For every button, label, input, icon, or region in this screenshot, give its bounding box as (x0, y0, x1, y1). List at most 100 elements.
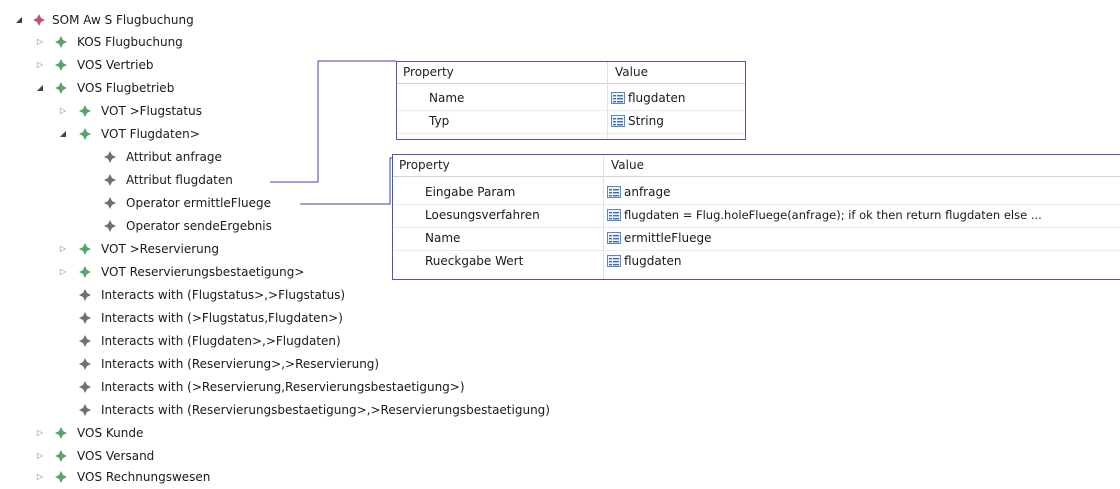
tree-node-label: VOT Reservierungsbestaetigung> (101, 265, 305, 279)
interaction-node-icon (79, 358, 91, 370)
property-row[interactable]: Typ String (397, 110, 745, 134)
property-value: flugdaten = Flug.holeFluege(anfrage); if… (624, 208, 1042, 222)
object-node-icon (79, 266, 91, 278)
tree-node-root[interactable]: ◢ SOM Aw S Flugbuchung (0, 9, 400, 31)
interaction-node-icon (79, 335, 91, 347)
property-table-header: Property Value (397, 62, 745, 84)
tree-node-vos-kunde[interactable]: ▷ VOS Kunde (0, 422, 400, 444)
operator-node-icon (104, 220, 116, 232)
property-table-operator: Property Value Eingabe Param anfrage Loe… (392, 154, 1120, 280)
tree-node-interacts-2[interactable]: Interacts with (>Flugstatus,Flugdaten>) (0, 307, 620, 329)
object-node-icon (79, 105, 91, 117)
property-name: Rueckgabe Wert (425, 254, 524, 268)
tree-node-vot-flugdaten[interactable]: ◢ VOT Flugdaten> (0, 123, 400, 145)
tree-node-operator-ermittlefluege[interactable]: Operator ermittleFluege (0, 192, 300, 214)
expand-arrow-icon[interactable]: ▷ (35, 31, 45, 53)
tree-node-vos-rechnungswesen[interactable]: ▷ VOS Rechnungswesen (0, 466, 400, 488)
expand-arrow-icon[interactable]: ▷ (35, 466, 45, 488)
tree-node-label: VOS Rechnungswesen (77, 470, 211, 484)
expand-arrow-icon[interactable]: ▷ (58, 100, 68, 122)
tree-node-label: Attribut anfrage (126, 150, 222, 164)
object-node-icon (79, 243, 91, 255)
property-row[interactable]: Name ermittleFluege (393, 227, 1120, 251)
expand-arrow-icon[interactable]: ▷ (58, 238, 68, 260)
expand-arrow-icon[interactable]: ▷ (35, 422, 45, 444)
tree-node-vos-versand[interactable]: ▷ VOS Versand (0, 445, 400, 467)
tree-node-kos-flugbuchung[interactable]: ▷ KOS Flugbuchung (0, 31, 400, 53)
attribute-node-icon (104, 151, 116, 163)
expand-arrow-icon[interactable]: ▷ (35, 54, 45, 76)
property-row[interactable]: Name flugdaten (397, 87, 745, 111)
object-node-icon (55, 36, 67, 48)
property-name: Eingabe Param (425, 185, 516, 199)
tree-node-label: Operator ermittleFluege (126, 196, 272, 210)
value-field-icon (607, 254, 621, 267)
property-name: Name (429, 91, 465, 105)
tree-node-interacts-1[interactable]: Interacts with (Flugstatus>,>Flugstatus) (0, 284, 620, 306)
property-name: Loesungsverfahren (425, 208, 540, 222)
property-name: Typ (429, 114, 450, 128)
property-table-header: Property Value (393, 155, 1120, 177)
operator-node-icon (104, 197, 116, 209)
object-node-icon (79, 128, 91, 140)
tree-node-vot-reservierungsbestaetigung[interactable]: ▷ VOT Reservierungsbestaetigung> (0, 261, 400, 283)
tree-node-attribut-anfrage[interactable]: Attribut anfrage (0, 146, 300, 168)
object-node-icon (55, 427, 67, 439)
tree-node-attribut-flugdaten[interactable]: Attribut flugdaten (0, 169, 270, 191)
column-header-value[interactable]: Value (609, 62, 648, 83)
value-field-icon (607, 185, 621, 198)
property-value: String (628, 114, 664, 128)
tree-node-vos-flugbetrieb[interactable]: ◢ VOS Flugbetrieb (0, 77, 400, 99)
tree-node-interacts-6[interactable]: Interacts with (Reservierungsbestaetigun… (0, 399, 640, 421)
object-node-icon (55, 450, 67, 462)
interaction-node-icon (79, 381, 91, 393)
tree-node-vot-reservierung[interactable]: ▷ VOT >Reservierung (0, 238, 400, 260)
tree-node-label: SOM Aw S Flugbuchung (52, 13, 194, 27)
interaction-node-icon (79, 404, 91, 416)
tree-node-operator-sendeergebnis[interactable]: Operator sendeErgebnis (0, 215, 300, 237)
column-header-value[interactable]: Value (605, 155, 644, 176)
tree-node-label: VOS Versand (77, 449, 155, 463)
property-row[interactable]: Loesungsverfahren flugdaten = Flug.holeF… (393, 204, 1120, 228)
property-value: flugdaten (624, 254, 682, 268)
object-node-icon (55, 82, 67, 94)
tree-node-interacts-3[interactable]: Interacts with (Flugdaten>,>Flugdaten) (0, 330, 620, 352)
property-value: flugdaten (628, 91, 686, 105)
property-value: ermittleFluege (624, 231, 712, 245)
tree-node-label: VOT >Flugstatus (101, 104, 202, 118)
tree-node-label: VOT >Reservierung (101, 242, 219, 256)
tree-node-label: Interacts with (Flugdaten>,>Flugdaten) (101, 334, 341, 348)
tree-node-label: Operator sendeErgebnis (126, 219, 272, 233)
tree-node-vos-vertrieb[interactable]: ▷ VOS Vertrieb (0, 54, 400, 76)
tree-node-label: VOS Vertrieb (77, 58, 154, 72)
property-row[interactable]: Eingabe Param anfrage (393, 181, 1120, 205)
model-root-icon (33, 14, 45, 26)
interaction-node-icon (79, 289, 91, 301)
column-header-property[interactable]: Property (397, 62, 454, 83)
tree-node-label: VOS Kunde (77, 426, 144, 440)
value-field-icon (611, 114, 625, 127)
tree-node-vot-flugstatus[interactable]: ▷ VOT >Flugstatus (0, 100, 400, 122)
expand-arrow-icon[interactable]: ▷ (58, 261, 68, 283)
column-header-property[interactable]: Property (393, 155, 450, 176)
property-value: anfrage (624, 185, 671, 199)
property-row[interactable]: Rueckgabe Wert flugdaten (393, 250, 1120, 273)
tree-node-label: Interacts with (Reservierungsbestaetigun… (101, 403, 550, 417)
tree-node-label: Interacts with (>Flugstatus,Flugdaten>) (101, 311, 343, 325)
value-field-icon (611, 91, 625, 104)
object-node-icon (55, 59, 67, 71)
value-field-icon (607, 231, 621, 244)
property-table-attribut: Property Value Name flugdaten Typ String (396, 61, 746, 140)
tree-node-interacts-4[interactable]: Interacts with (Reservierung>,>Reservier… (0, 353, 620, 375)
property-name: Name (425, 231, 461, 245)
interaction-node-icon (79, 312, 91, 324)
attribute-node-icon (104, 174, 116, 186)
tree-node-interacts-5[interactable]: Interacts with (>Reservierung,Reservieru… (0, 376, 620, 398)
tree-node-label: Interacts with (>Reservierung,Reservieru… (101, 380, 465, 394)
tree-node-label: VOS Flugbetrieb (77, 81, 175, 95)
expand-arrow-icon[interactable]: ▷ (35, 445, 45, 467)
collapse-arrow-icon[interactable]: ◢ (35, 77, 45, 99)
collapse-arrow-icon[interactable]: ◢ (58, 123, 68, 145)
value-field-icon (607, 208, 621, 221)
collapse-arrow-icon[interactable]: ◢ (14, 9, 24, 31)
